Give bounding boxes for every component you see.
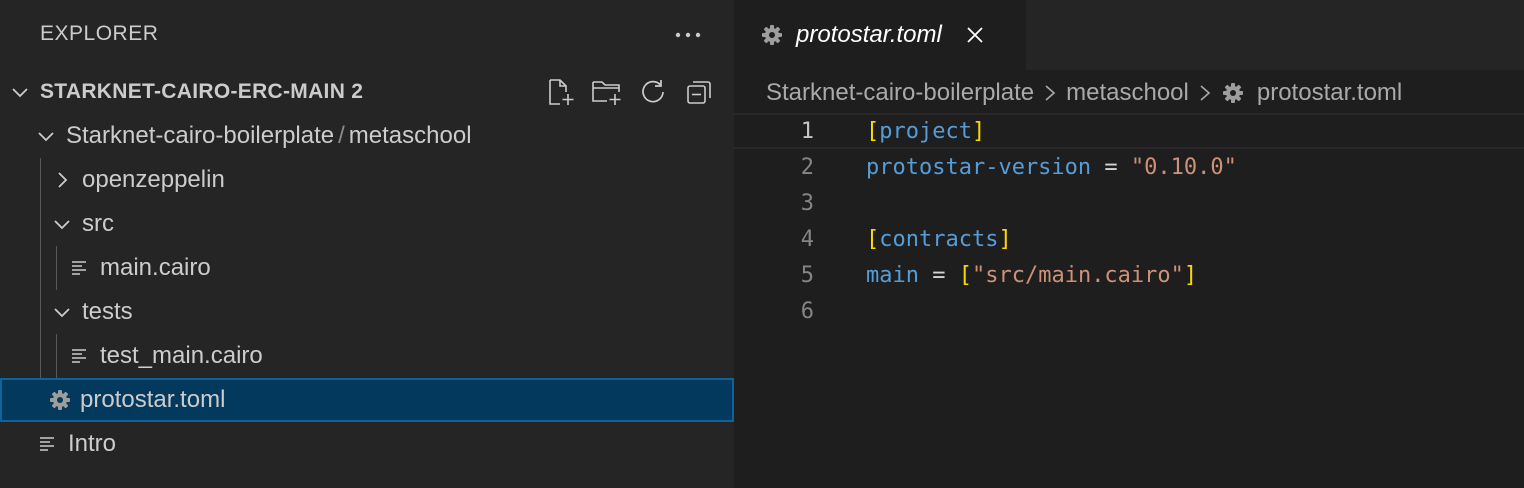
explorer-header: EXPLORER bbox=[0, 0, 734, 70]
line-number: 3 bbox=[800, 190, 814, 216]
new-folder-icon[interactable] bbox=[590, 75, 624, 109]
refresh-icon[interactable] bbox=[636, 75, 670, 109]
gear-icon bbox=[48, 388, 72, 412]
line-number: 2 bbox=[800, 154, 814, 180]
workspace-section-label: STARKNET-CAIRO-ERC-MAIN 2 bbox=[40, 80, 364, 103]
code-line[interactable]: 4 [contracts] bbox=[734, 221, 1524, 257]
line-number: 4 bbox=[800, 226, 814, 252]
explorer-sidebar: EXPLORER STARKNET-CAIRO-ERC-MAIN 2 Stark… bbox=[0, 0, 734, 488]
main-cairo-label: main.cairo bbox=[100, 254, 211, 281]
root-folder-label: Starknet-cairo-boilerplate bbox=[66, 122, 335, 149]
src-label: src bbox=[82, 210, 114, 237]
editor-area: protostar.toml Starknet-cairo-boilerplat… bbox=[734, 0, 1524, 488]
tree-folder-root[interactable]: Starknet-cairo-boilerplate / metaschool bbox=[0, 114, 734, 158]
tree-folder-openzeppelin[interactable]: openzeppelin bbox=[0, 158, 734, 202]
code-line[interactable]: 2 protostar-version = "0.10.0" bbox=[734, 149, 1524, 185]
tree-file-main-cairo[interactable]: main.cairo bbox=[0, 246, 734, 290]
tree-file-intro[interactable]: Intro bbox=[0, 422, 734, 466]
code-text: [project] bbox=[866, 118, 986, 144]
chevron-right-icon bbox=[1043, 83, 1057, 103]
line-number: 1 bbox=[800, 118, 814, 144]
tests-label: tests bbox=[82, 298, 133, 325]
breadcrumb: Starknet-cairo-boilerplate metaschool pr… bbox=[766, 76, 1402, 110]
gear-icon bbox=[760, 23, 784, 47]
code-line[interactable]: 5 main = ["src/main.cairo"] bbox=[734, 257, 1524, 293]
chevron-right-icon bbox=[50, 168, 74, 192]
section-actions bbox=[544, 70, 716, 114]
new-file-icon[interactable] bbox=[544, 75, 578, 109]
code-line[interactable]: 1 [project] bbox=[734, 113, 1524, 149]
tree-file-protostar-toml[interactable]: protostar.toml bbox=[0, 378, 734, 422]
breadcrumb-item[interactable]: protostar.toml bbox=[1257, 79, 1402, 107]
protostar-toml-label: protostar.toml bbox=[80, 386, 226, 413]
chevron-right-icon bbox=[1198, 83, 1212, 103]
tree-file-test-main-cairo[interactable]: test_main.cairo bbox=[0, 334, 734, 378]
file-lines-icon bbox=[68, 344, 92, 368]
path-separator: / bbox=[338, 122, 345, 149]
line-number: 6 bbox=[800, 298, 814, 324]
tree-folder-src[interactable]: src bbox=[0, 202, 734, 246]
explorer-title: EXPLORER bbox=[40, 22, 159, 45]
file-lines-icon bbox=[36, 432, 60, 456]
line-number: 5 bbox=[800, 262, 814, 288]
breadcrumb-item[interactable]: metaschool bbox=[1066, 79, 1189, 107]
gear-icon bbox=[1221, 81, 1245, 105]
chevron-down-icon bbox=[50, 300, 74, 324]
tab-label: protostar.toml bbox=[796, 21, 942, 48]
openzeppelin-label: openzeppelin bbox=[82, 166, 225, 193]
workspace-section-header[interactable]: STARKNET-CAIRO-ERC-MAIN 2 bbox=[0, 70, 734, 114]
tab-protostar-toml[interactable]: protostar.toml bbox=[734, 0, 1026, 70]
chevron-down-icon bbox=[50, 212, 74, 236]
intro-label: Intro bbox=[68, 430, 117, 457]
test-main-cairo-label: test_main.cairo bbox=[100, 342, 263, 369]
code-line[interactable]: 6 bbox=[734, 293, 1524, 329]
code-text: main = ["src/main.cairo"] bbox=[866, 262, 1198, 288]
chevron-down-icon bbox=[34, 124, 58, 148]
chevron-down-icon bbox=[8, 80, 32, 104]
ellipsis-icon[interactable] bbox=[672, 19, 704, 51]
code-text: protostar-version = "0.10.0" bbox=[866, 154, 1237, 180]
code-line[interactable]: 3 bbox=[734, 185, 1524, 221]
code-text: [contracts] bbox=[866, 226, 1012, 252]
file-lines-icon bbox=[68, 256, 92, 280]
tree-folder-tests[interactable]: tests bbox=[0, 290, 734, 334]
root-folder-sublabel: metaschool bbox=[348, 122, 472, 149]
breadcrumb-item[interactable]: Starknet-cairo-boilerplate bbox=[766, 79, 1034, 107]
close-icon[interactable] bbox=[962, 22, 988, 48]
tab-bar: protostar.toml bbox=[734, 0, 1524, 70]
collapse-all-icon[interactable] bbox=[682, 75, 716, 109]
